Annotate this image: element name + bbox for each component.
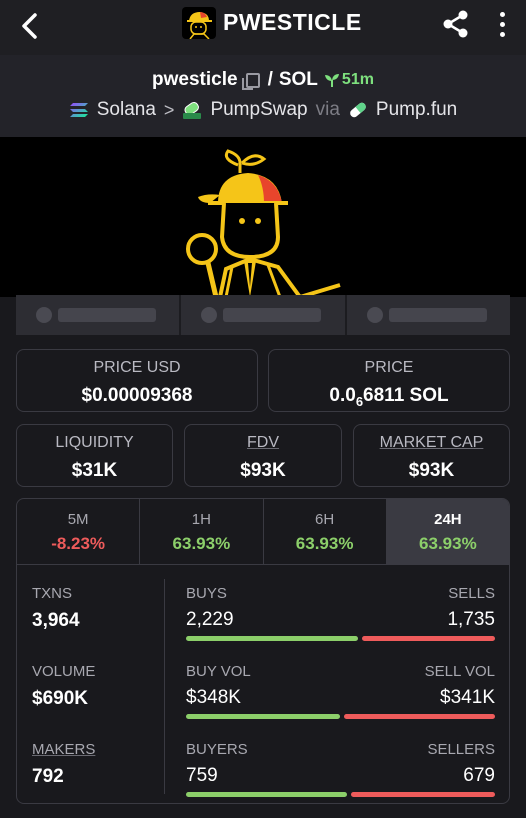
liquidity-label: LIQUIDITY — [55, 434, 134, 451]
sells-value: 1,735 — [447, 609, 495, 630]
seedling-icon — [324, 74, 339, 87]
tab-6h[interactable]: 6H 63.93% — [264, 499, 387, 564]
social-links-row — [16, 295, 510, 335]
sellers-bar — [351, 792, 495, 797]
price-usd-label: PRICE USD — [93, 359, 181, 376]
volume-label: VOLUME — [32, 663, 96, 680]
social-icon-placeholder — [366, 307, 383, 323]
buys-label: BUYS — [186, 585, 227, 602]
buys-value: 2,229 — [186, 609, 234, 630]
volume-value: $690K — [32, 688, 88, 709]
buyers-value: 759 — [186, 765, 218, 786]
sell-vol-bar — [344, 714, 495, 719]
token-banner — [0, 137, 526, 297]
makers-value: 792 — [32, 766, 64, 787]
chain-line: Solana > PumpSwap via Pump.fun — [0, 99, 526, 121]
fdv-value: $93K — [240, 460, 286, 481]
tab-1h[interactable]: 1H 63.93% — [140, 499, 264, 564]
chain-name[interactable]: Solana — [97, 99, 156, 121]
share-icon — [443, 10, 468, 38]
price-change-1h: 63.93% — [172, 534, 231, 553]
market-cap-label[interactable]: MARKET CAP — [354, 434, 509, 452]
top-bar: PWESTICLE — [0, 0, 526, 55]
stats-divider — [164, 579, 165, 794]
social-label-placeholder — [223, 308, 322, 322]
price-native-card: PRICE 0.066811 SOL — [268, 349, 510, 412]
back-arrow-icon — [22, 13, 37, 39]
pair-separator: / — [267, 69, 273, 90]
social-link-placeholder[interactable] — [181, 295, 347, 335]
buy-vol-label: BUY VOL — [186, 663, 251, 680]
price-native-value: 0.066811 SOL — [269, 385, 509, 409]
social-label-placeholder — [58, 308, 156, 322]
liquidity-card: LIQUIDITY $31K — [16, 424, 173, 487]
dex-name[interactable]: PumpSwap — [210, 99, 307, 121]
tab-24h[interactable]: 24H 63.93% — [386, 499, 509, 564]
tab-label: 5M — [67, 511, 89, 528]
social-icon-placeholder — [36, 307, 52, 323]
txns-label: TXNS — [32, 585, 73, 602]
tab-label: 6H — [315, 511, 335, 528]
tab-5m[interactable]: 5M -8.23% — [17, 499, 141, 564]
pumpswap-icon — [183, 101, 202, 119]
price-change-24h: 63.93% — [419, 534, 477, 553]
trade-stats-panel: 5M -8.23% 1H 63.93% 6H 63.93% 24H 63.93%… — [16, 498, 510, 804]
page-title: PWESTICLE — [223, 9, 362, 35]
pair-age-value: 51m — [341, 71, 374, 88]
sellers-label: SELLERS — [427, 741, 495, 758]
sellers-value: 679 — [463, 765, 495, 786]
market-cap-value: $93K — [408, 460, 455, 481]
sells-bar — [362, 636, 495, 641]
price-change-6h: 63.93% — [295, 534, 354, 553]
price-usd-card: PRICE USD $0.00009368 — [16, 349, 258, 412]
tab-label: 24H — [434, 511, 462, 528]
price-native-label: PRICE — [364, 359, 414, 376]
pill-icon — [350, 102, 366, 118]
buys-bar — [186, 636, 358, 641]
back-button[interactable] — [12, 8, 48, 44]
buyers-label: BUYERS — [186, 741, 248, 758]
launchpad-name[interactable]: Pump.fun — [376, 99, 457, 121]
timeframe-tabs: 5M -8.23% 1H 63.93% 6H 63.93% 24H 63.93% — [17, 499, 509, 565]
makers-label[interactable]: MAKERS — [32, 741, 95, 758]
mascot-illustration — [186, 149, 341, 297]
social-link-placeholder[interactable] — [16, 295, 182, 335]
buy-vol-bar — [186, 714, 340, 719]
pair-info: pwesticle / SOL 51m Solana > PumpSwap vi… — [0, 55, 526, 137]
sell-vol-value: $341K — [440, 687, 495, 708]
copy-icon[interactable] — [241, 72, 260, 90]
fdv-card[interactable]: FDV $93K — [184, 424, 342, 487]
social-link-placeholder[interactable] — [347, 295, 510, 335]
price-change-5m: -8.23% — [51, 534, 106, 553]
buy-vol-value: $348K — [186, 687, 241, 708]
social-label-placeholder — [388, 308, 487, 322]
token-logo — [182, 7, 216, 39]
via-label: via — [315, 99, 340, 120]
more-vertical-icon[interactable] — [490, 8, 514, 40]
social-icon-placeholder — [201, 307, 218, 323]
price-native-prefix: 0.0 — [329, 385, 356, 406]
liquidity-value: $31K — [71, 460, 118, 481]
pair-age: 51m — [324, 71, 374, 89]
buyers-bar — [186, 792, 347, 797]
sell-vol-label: SELL VOL — [424, 663, 495, 680]
pair-line: pwesticle / SOL 51m — [0, 69, 526, 91]
fdv-label[interactable]: FDV — [185, 434, 341, 452]
price-usd-value: $0.00009368 — [81, 385, 193, 406]
quote-token-symbol: SOL — [278, 69, 318, 90]
solana-icon — [69, 103, 88, 117]
sells-label: SELLS — [448, 585, 495, 602]
price-native-rest: 6811 SOL — [363, 385, 449, 406]
chevron-right-icon: > — [163, 99, 175, 120]
share-button[interactable] — [440, 8, 472, 40]
base-token-symbol: pwesticle — [152, 69, 238, 90]
txns-value: 3,964 — [32, 610, 80, 631]
market-cap-card[interactable]: MARKET CAP $93K — [353, 424, 510, 487]
tab-label: 1H — [191, 511, 211, 528]
price-native-zero-count: 6 — [355, 394, 364, 409]
